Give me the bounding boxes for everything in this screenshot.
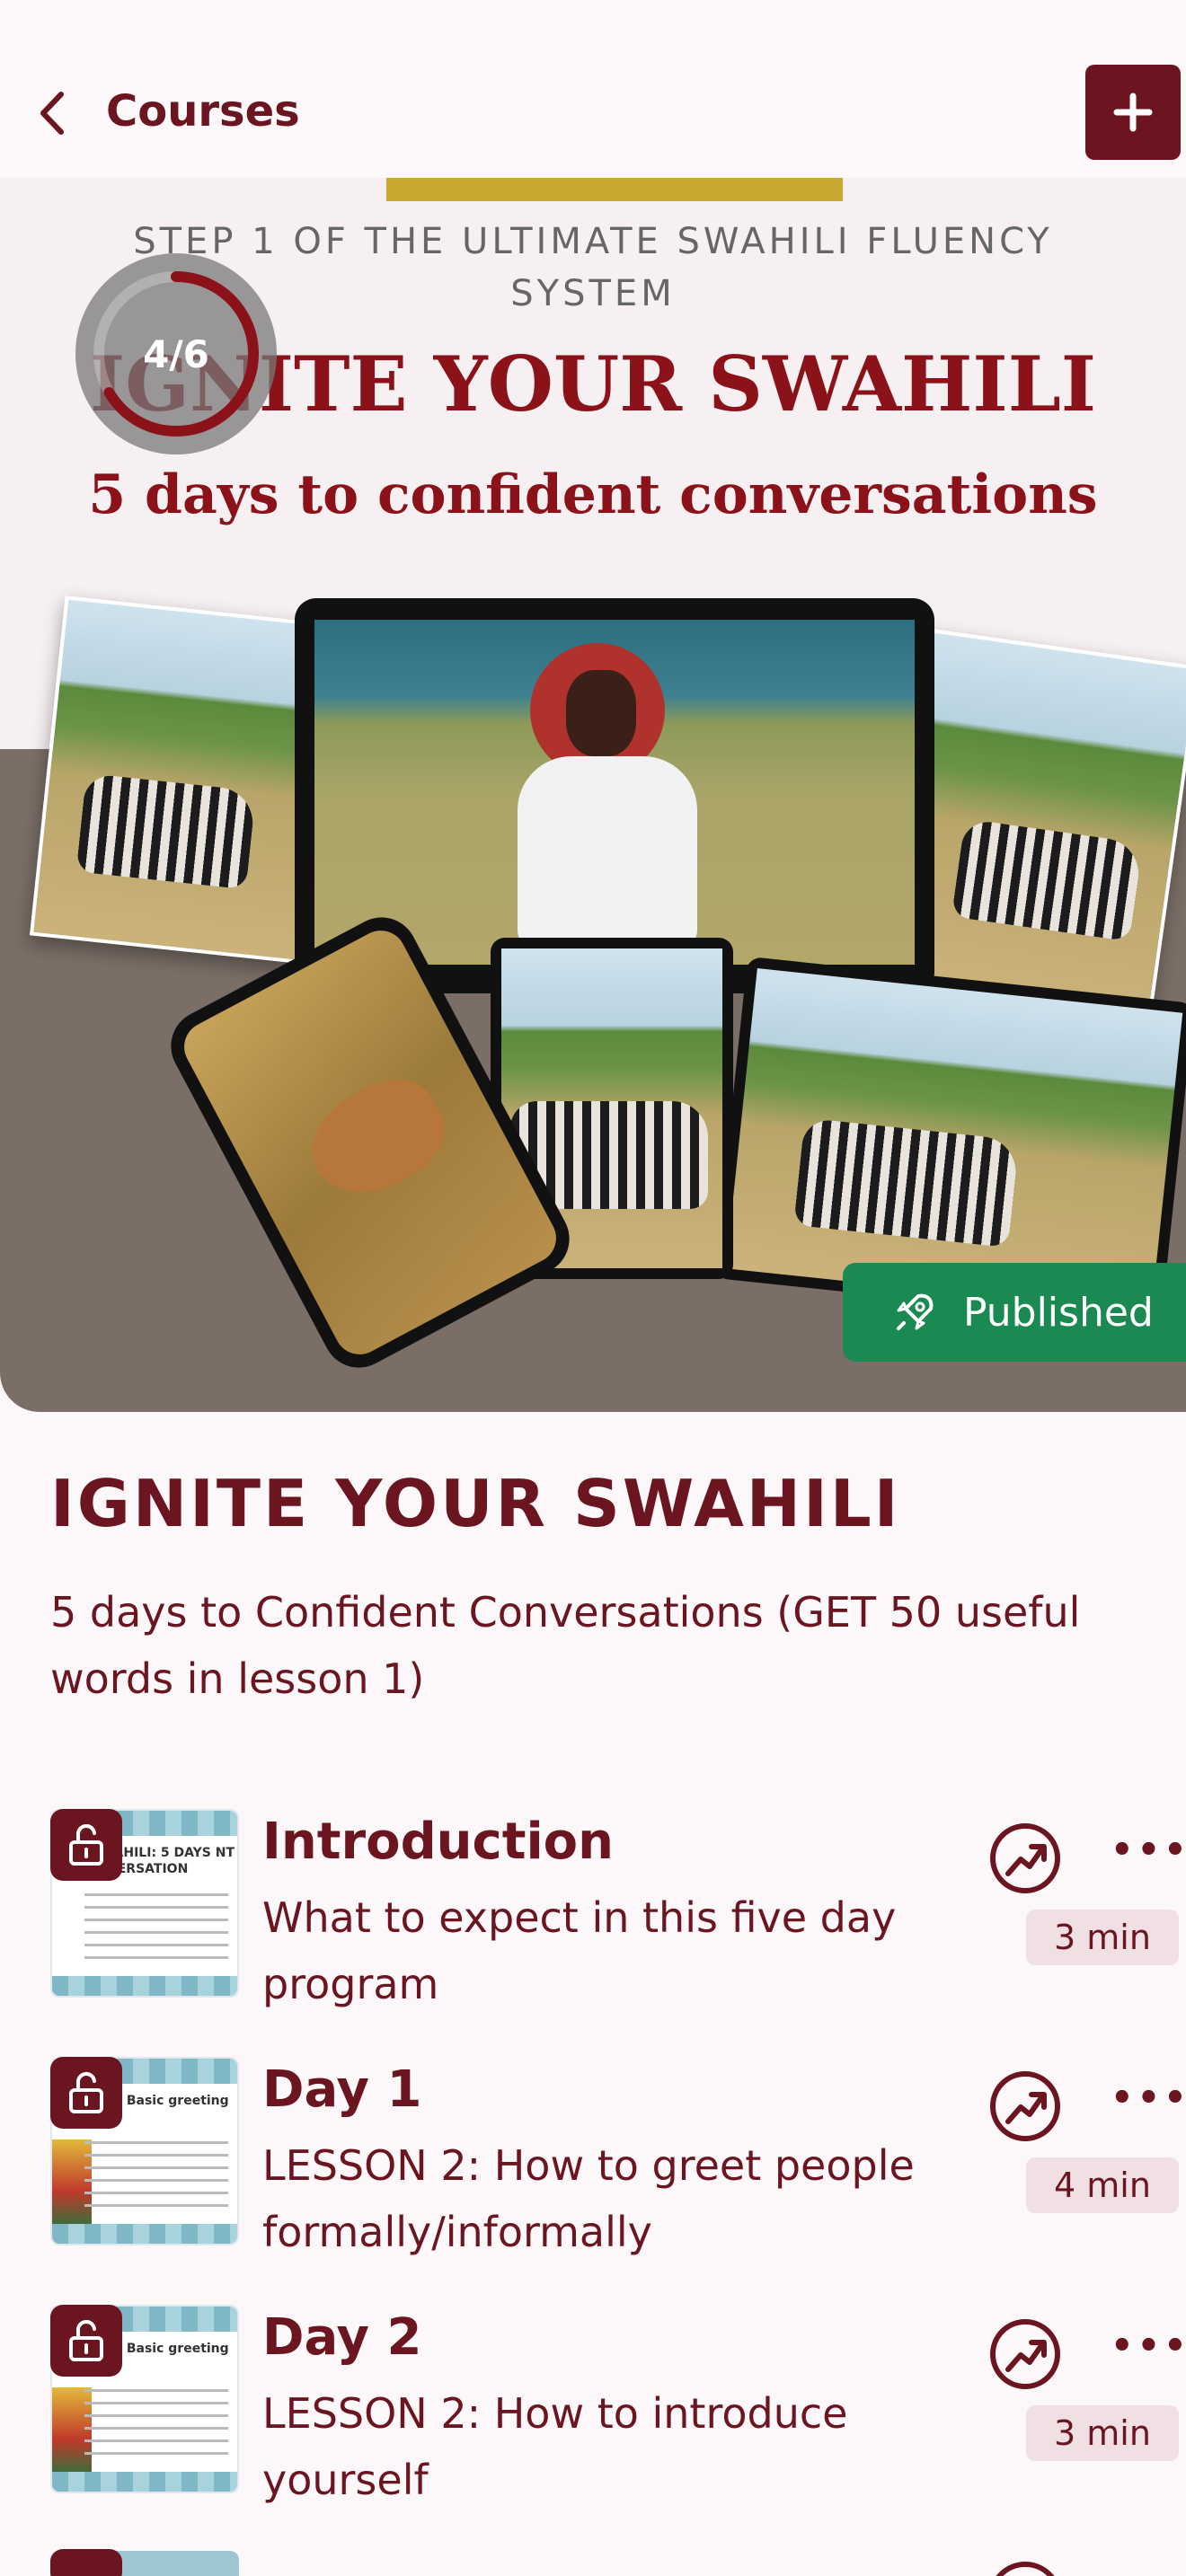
more-options-icon[interactable]: ••• <box>1111 1832 1186 1868</box>
top-bar: Courses <box>0 0 1186 178</box>
lesson-title: Day 1 <box>262 2060 422 2119</box>
cover-banner-strip <box>386 178 843 201</box>
zebra-photo-left <box>29 595 334 964</box>
published-badge[interactable]: Published <box>843 1263 1186 1362</box>
lesson-subtitle: LESSON 2: How to introduce yourself <box>262 2389 848 2504</box>
lesson-item[interactable]: Day 2: Basic greeting Day 2 LESSON 2: Ho… <box>0 2305 1186 2529</box>
more-options-icon[interactable]: ••• <box>1111 2080 1186 2116</box>
next-lesson-partial[interactable] <box>0 2547 1186 2576</box>
more-options-icon[interactable]: ••• <box>1111 2328 1186 2364</box>
course-title: IGNITE YOUR SWAHILI <box>50 1466 901 1541</box>
stats-trend-icon[interactable] <box>988 2317 1062 2391</box>
add-button[interactable] <box>1085 65 1181 160</box>
course-cover-image: STEP 1 OF THE ULTIMATE SWAHILI FLUENCY S… <box>0 178 1186 1412</box>
back-button[interactable] <box>34 86 88 140</box>
progress-ring: 4/6 <box>72 250 280 458</box>
stats-trend-icon[interactable] <box>988 2069 1062 2143</box>
back-label[interactable]: Courses <box>106 86 300 137</box>
lesson-item[interactable]: Day 1: Basic greeting Day 1 LESSON 2: Ho… <box>0 2057 1186 2281</box>
duration-badge: 3 min <box>1026 2405 1179 2461</box>
stats-trend-icon[interactable] <box>988 1822 1062 1895</box>
course-description: 5 days to Confident Conversations (GET 5… <box>50 1588 1081 1703</box>
duration-badge: 4 min <box>1026 2157 1179 2213</box>
lesson-title: Day 2 <box>262 2308 422 2367</box>
instructor-photo <box>503 643 710 948</box>
chevron-left-icon <box>40 92 64 135</box>
published-label: Published <box>963 1289 1154 1336</box>
duration-badge: 3 min <box>1026 1910 1179 1965</box>
cover-subtitle: 5 days to confident conversations <box>88 463 1098 526</box>
stats-trend-icon[interactable] <box>988 2562 1062 2576</box>
lesson-subtitle: LESSON 2: How to greet people formally/i… <box>262 2141 915 2256</box>
lesson-subtitle: What to expect in this five day program <box>262 1893 897 2008</box>
plus-icon <box>1113 93 1153 132</box>
lion-cub-image <box>294 1063 460 1213</box>
lock-open-icon <box>50 2057 122 2129</box>
progress-label: 4/6 <box>143 331 209 376</box>
lock-open-icon <box>50 2549 122 2576</box>
lock-open-icon <box>50 1809 122 1881</box>
lesson-item[interactable]: R SWAHILI: 5 DAYS NT CONVERSATION Introd… <box>0 1809 1186 2033</box>
lock-open-icon <box>50 2305 122 2377</box>
lesson-title: Introduction <box>262 1813 615 1871</box>
rocket-icon <box>897 1293 934 1330</box>
